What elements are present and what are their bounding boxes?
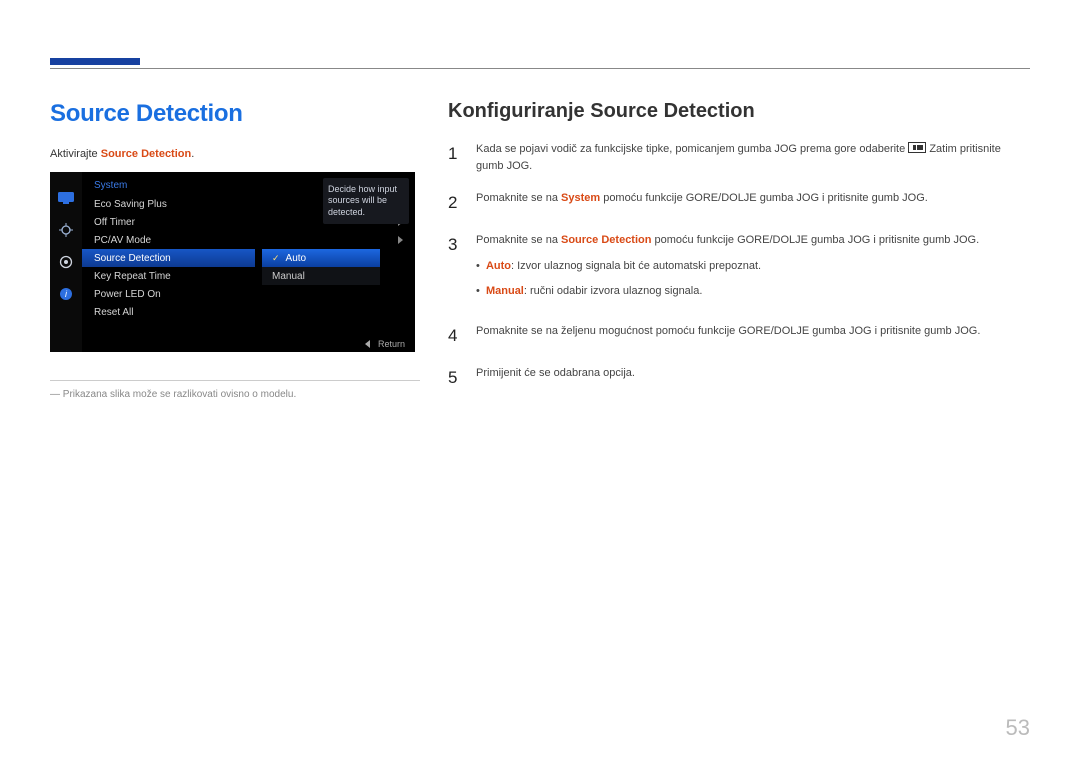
osd-row-source-detection: Source Detection — [82, 249, 255, 267]
osd-row-label: Source Detection — [94, 253, 171, 264]
step-3: 3 Pomaknite se na Source Detection pomoć… — [448, 232, 1030, 308]
osd-footer: Return — [365, 339, 405, 349]
disclaimer-text: ― Prikazana slika može se razlikovati ov… — [50, 389, 420, 400]
step-number: 2 — [448, 190, 462, 216]
intro-suffix: . — [191, 148, 194, 160]
osd-row-label: Key Repeat Time — [94, 271, 171, 282]
step-1: 1 Kada se pojavi vodič za funkcijske tip… — [448, 141, 1030, 174]
sub-item-text: : ručni odabir izvora ulaznog signala. — [524, 285, 703, 297]
intro-prefix: Aktivirajte — [50, 148, 101, 160]
steps-list: 1 Kada se pojavi vodič za funkcijske tip… — [448, 141, 1030, 390]
osd-submenu: Auto Manual — [262, 249, 380, 285]
step-body: Kada se pojavi vodič za funkcijske tipke… — [476, 141, 1030, 174]
osd-description: Decide how input sources will be detecte… — [323, 178, 409, 224]
section-heading: Konfiguriranje Source Detection — [448, 100, 1030, 123]
header-accent-bar — [50, 58, 140, 65]
chevron-right-icon — [398, 236, 403, 244]
header-rule — [50, 68, 1030, 69]
step-emphasis: Source Detection — [561, 234, 651, 246]
step-number: 1 — [448, 141, 462, 174]
sub-item-auto: • Auto: Izvor ulaznog signala bit će aut… — [476, 258, 979, 275]
osd-row-label: Eco Saving Plus — [94, 199, 167, 210]
osd-footer-label: Return — [378, 339, 405, 349]
info-icon: i — [58, 286, 74, 302]
step-body: Pomaknite se na Source Detection pomoću … — [476, 232, 979, 308]
osd-row-label: PC/AV Mode — [94, 235, 151, 246]
menu-icon — [908, 142, 926, 153]
step-text: pomoću funkcije GORE/DOLJE gumba JOG i p… — [600, 192, 928, 204]
sub-item-emphasis: Manual — [486, 285, 524, 297]
sub-item-emphasis: Auto — [486, 260, 511, 272]
osd-submenu-manual: Manual — [262, 267, 380, 285]
step-sub-list: • Auto: Izvor ulaznog signala bit će aut… — [476, 258, 979, 299]
disclaimer-body: Prikazana slika može se razlikovati ovis… — [60, 389, 296, 400]
sub-item-manual: • Manual: ručni odabir izvora ulaznog si… — [476, 283, 979, 300]
step-5: 5 Primijenit će se odabrana opcija. — [448, 365, 1030, 391]
osd-row-label: Reset All — [94, 307, 133, 318]
disclaimer-dash: ― — [50, 389, 60, 400]
osd-submenu-auto: Auto — [262, 249, 380, 267]
step-text: Kada se pojavi vodič za funkcijske tipke… — [476, 143, 908, 155]
step-body: Pomaknite se na System pomoću funkcije G… — [476, 190, 928, 216]
step-text: pomoću funkcije GORE/DOLJE gumba JOG i p… — [651, 234, 979, 246]
step-2: 2 Pomaknite se na System pomoću funkcije… — [448, 190, 1030, 216]
osd-main: System Eco Saving PlusOff Off Timer PC/A… — [82, 172, 415, 352]
target-icon — [58, 222, 74, 238]
gear-icon — [58, 254, 74, 270]
osd-sidebar: i — [50, 172, 82, 352]
osd-row-powerled: Power LED On — [82, 285, 415, 303]
intro-text: Aktivirajte Source Detection. — [50, 148, 420, 160]
osd-screenshot: i System Eco Saving PlusOff Off Timer PC… — [50, 172, 415, 352]
intro-emphasis: Source Detection — [101, 148, 191, 160]
osd-row-resetall: Reset All — [82, 303, 415, 321]
monitor-icon — [58, 190, 74, 206]
step-emphasis: System — [561, 192, 600, 204]
step-number: 4 — [448, 323, 462, 349]
step-body: Primijenit će se odabrana opcija. — [476, 365, 635, 391]
step-number: 5 — [448, 365, 462, 391]
step-body: Pomaknite se na željenu mogućnost pomoću… — [476, 323, 980, 349]
page-title: Source Detection — [50, 100, 420, 128]
osd-row-pcav: PC/AV Mode — [82, 231, 415, 249]
osd-row-label: Off Timer — [94, 217, 135, 228]
step-4: 4 Pomaknite se na željenu mogućnost pomo… — [448, 323, 1030, 349]
page-number: 53 — [1006, 715, 1030, 741]
step-text: Pomaknite se na — [476, 192, 561, 204]
step-number: 3 — [448, 232, 462, 308]
sub-item-text: : Izvor ulaznog signala bit će automatsk… — [511, 260, 761, 272]
disclaimer-divider — [50, 380, 420, 381]
step-text: Pomaknite se na — [476, 234, 561, 246]
osd-row-label: Power LED On — [94, 289, 161, 300]
arrow-left-icon — [365, 340, 370, 348]
